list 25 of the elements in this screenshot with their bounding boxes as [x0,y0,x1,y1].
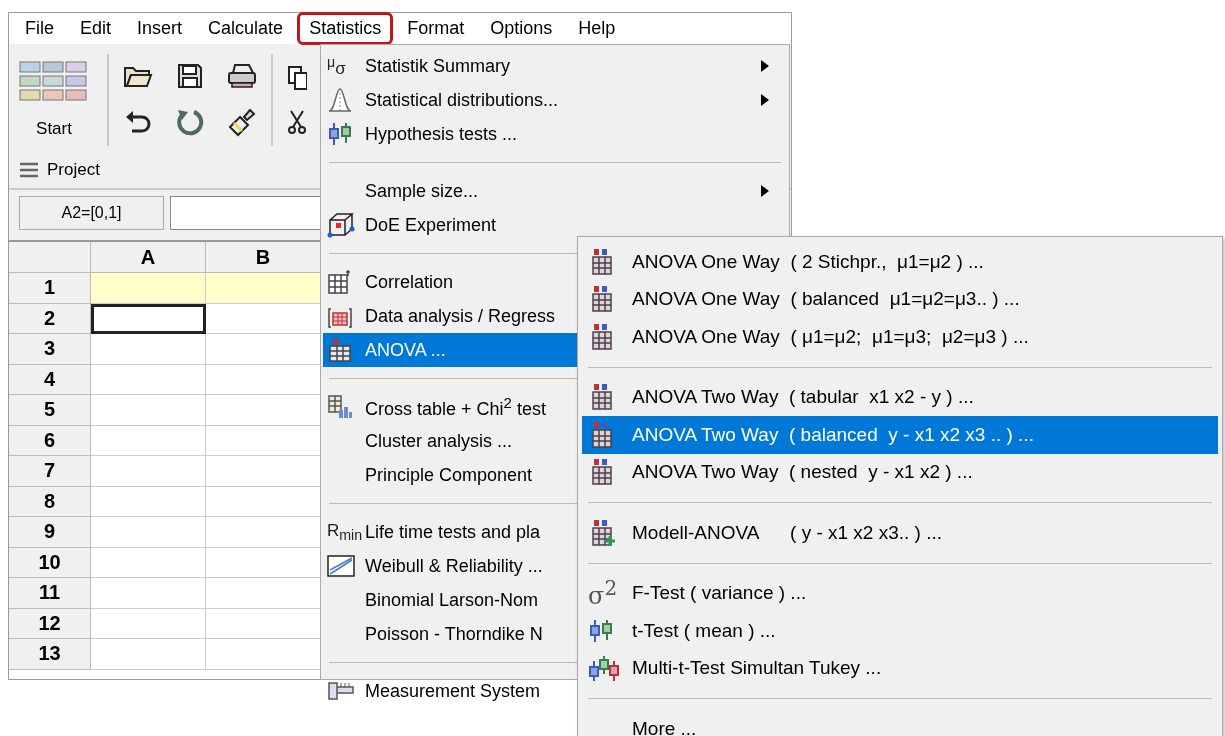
menu-item-label: ANOVA ... [365,339,446,361]
symbol-icon: R$_{min}$ [327,521,363,543]
menu-item-label: Hypothesis tests ... [365,123,518,145]
menu-item-label: Measurement System [365,680,541,702]
menu-item-label: More ... [632,717,697,736]
menu-item-label: ANOVA Two Way ( balanced y - x1 x2 x3 .. ) ... [632,423,1034,446]
menu-item-label: DoE Experiment [365,214,497,236]
menu-item-label: Statistik Summary [365,55,511,77]
menu-item-label: Life time tests and pla [365,521,541,543]
menu-item-label: Multi-t-Test Simultan Tukey ... [632,657,882,680]
menu-item-label: Correlation [365,271,454,293]
menu-item-label: ANOVA Two Way ( tabular x1 x2 - y ) ... [632,386,974,409]
menu-item-label: Modell-ANOVA ( y - x1 x2 x3.. ) ... [632,521,943,544]
menu-item-label: Cross table + Chi$^{2}$ test [365,394,546,420]
symbol-icon: $^{μ}$σ [327,55,346,77]
menu-item-label: ANOVA One Way ( 2 Stichpr., μ1=μ2 ) ... [632,250,984,273]
symbol-icon: σ$^{2}$ [588,578,618,609]
menu-item-label: t-Test ( mean ) ... [632,619,776,642]
menu-item-label: Sample size... [365,180,479,202]
menu-item-label: ANOVA Two Way ( nested y - x1 x2 ) ... [632,461,973,484]
menu-item-label: ANOVA One Way ( balanced μ1=μ2=μ3.. ) ... [632,288,1020,311]
menu-item-label: F-Test ( variance ) ... [632,582,807,605]
menu-item-label: Data analysis / Regress [365,305,556,327]
menu-item-label: Weibull & Reliability ... [365,555,543,577]
menu-item-label: Statistical distributions... [365,89,559,111]
